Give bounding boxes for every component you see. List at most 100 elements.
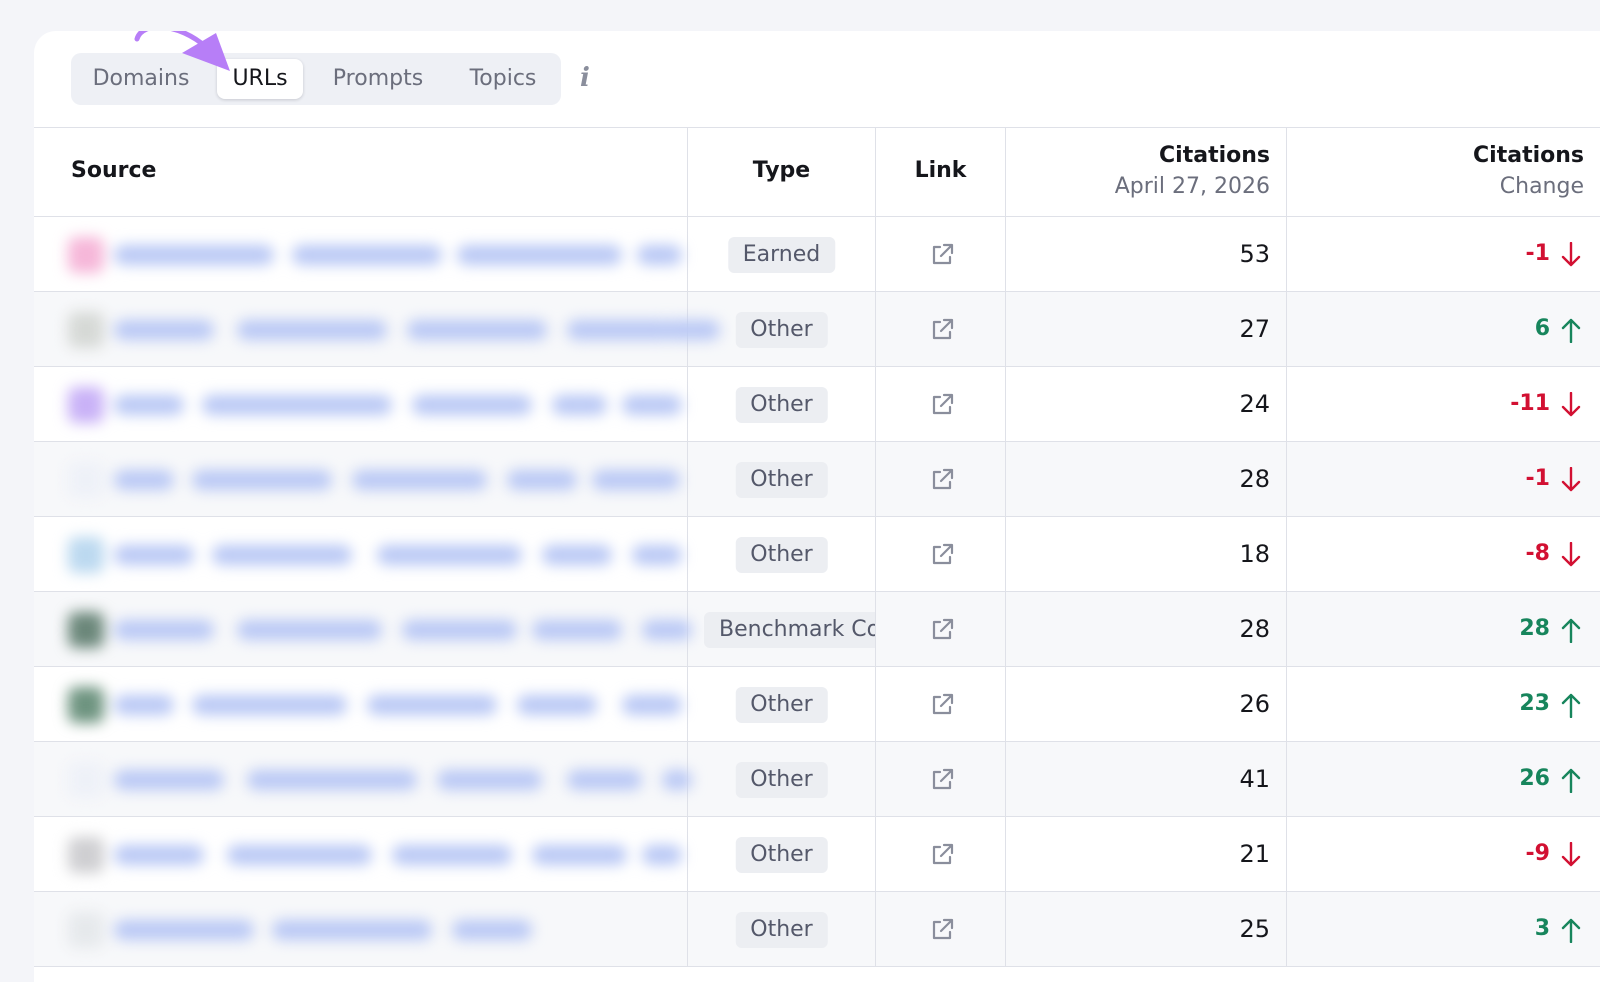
type-badge: Other xyxy=(735,837,828,873)
citations-cell: 18 xyxy=(1006,517,1287,591)
external-link-icon[interactable] xyxy=(929,842,955,868)
link-cell xyxy=(876,817,1006,891)
blurred-source-url xyxy=(62,304,720,356)
type-badge: Other xyxy=(735,387,828,423)
table-row[interactable]: Other 26 23 xyxy=(34,667,1600,742)
citations-cell: 28 xyxy=(1006,442,1287,516)
source-cell[interactable] xyxy=(34,817,688,891)
tab-prompts[interactable]: Prompts xyxy=(319,59,437,99)
citations-count: 26 xyxy=(1239,690,1270,718)
change-cell: 26 xyxy=(1287,742,1600,816)
type-badge: Other xyxy=(735,537,828,573)
favicon-icon xyxy=(68,612,104,648)
external-link-icon[interactable] xyxy=(929,242,955,268)
external-link-icon[interactable] xyxy=(929,317,955,343)
favicon-icon xyxy=(68,537,104,573)
link-cell xyxy=(876,742,1006,816)
table-row[interactable]: Other 28 -1 xyxy=(34,442,1600,517)
table-row[interactable]: Other 24 -11 xyxy=(34,367,1600,442)
link-cell xyxy=(876,517,1006,591)
header-link-label: Link xyxy=(914,158,967,183)
favicon-icon xyxy=(68,912,104,948)
external-link-icon[interactable] xyxy=(929,467,955,493)
header-link: Link xyxy=(876,128,1006,216)
type-badge: Other xyxy=(735,462,828,498)
citations-count: 27 xyxy=(1239,315,1270,343)
source-cell[interactable] xyxy=(34,292,720,366)
external-link-icon[interactable] xyxy=(929,692,955,718)
external-link-icon[interactable] xyxy=(929,917,955,943)
table-row[interactable]: Other 21 -9 xyxy=(34,817,1600,892)
table-row[interactable]: Other 27 6 xyxy=(34,292,1600,367)
change-cell: -8 xyxy=(1287,517,1600,591)
link-cell xyxy=(876,367,1006,441)
table-row[interactable]: Other 41 26 xyxy=(34,742,1600,817)
citations-count: 28 xyxy=(1239,465,1270,493)
arrow-up-icon xyxy=(1561,318,1581,343)
header-citations-label: Citations xyxy=(1159,143,1270,168)
external-link-icon[interactable] xyxy=(929,767,955,793)
type-cell: Other xyxy=(688,817,876,891)
source-cell[interactable] xyxy=(34,742,692,816)
type-cell: Other xyxy=(688,517,876,591)
blurred-source-url xyxy=(62,754,692,806)
urls-table: Source Type Link Citations April 27, 202… xyxy=(34,127,1600,967)
blurred-source-url xyxy=(62,679,686,731)
tab-topics[interactable]: Topics xyxy=(451,59,555,99)
type-badge: Other xyxy=(735,312,828,348)
external-link-icon[interactable] xyxy=(929,542,955,568)
blurred-source-url xyxy=(62,829,686,881)
source-cell[interactable] xyxy=(34,367,688,441)
citations-cell: 25 xyxy=(1006,892,1287,966)
table-row[interactable]: Earned 53 -1 xyxy=(34,217,1600,292)
blurred-source-url xyxy=(62,904,686,956)
view-tabs: Domains URLs Prompts Topics xyxy=(71,53,561,105)
source-cell[interactable] xyxy=(34,517,688,591)
citations-cell: 53 xyxy=(1006,217,1287,291)
citations-cell: 21 xyxy=(1006,817,1287,891)
tab-urls[interactable]: URLs xyxy=(217,59,303,99)
header-change-label: Citations xyxy=(1473,143,1584,168)
arrow-down-icon xyxy=(1561,242,1581,267)
citations-change: -9 xyxy=(1525,841,1550,866)
change-cell: -9 xyxy=(1287,817,1600,891)
source-cell[interactable] xyxy=(34,442,688,516)
source-cell[interactable] xyxy=(34,592,692,666)
header-change[interactable]: Citations Change xyxy=(1287,128,1600,216)
source-cell[interactable] xyxy=(34,892,688,966)
table-row[interactable]: Other 18 -8 xyxy=(34,517,1600,592)
external-link-icon[interactable] xyxy=(929,617,955,643)
source-cell[interactable] xyxy=(34,217,688,291)
change-cell: -1 xyxy=(1287,217,1600,291)
link-cell xyxy=(876,892,1006,966)
type-cell: Other xyxy=(688,292,876,366)
table-row[interactable]: Other 25 3 xyxy=(34,892,1600,967)
header-citations[interactable]: Citations April 27, 2026 xyxy=(1006,128,1287,216)
citations-change: 3 xyxy=(1534,916,1550,941)
arrow-down-icon xyxy=(1561,542,1581,567)
type-cell: Other xyxy=(688,367,876,441)
citations-count: 18 xyxy=(1239,540,1270,568)
external-link-icon[interactable] xyxy=(929,392,955,418)
source-cell[interactable] xyxy=(34,667,688,741)
citations-change: -8 xyxy=(1525,541,1550,566)
favicon-icon xyxy=(68,837,104,873)
table-row[interactable]: Benchmark Co 28 28 xyxy=(34,592,1600,667)
arrow-up-icon xyxy=(1561,693,1581,718)
change-cell: 3 xyxy=(1287,892,1600,966)
type-badge: Benchmark Co xyxy=(704,612,875,648)
type-cell: Other xyxy=(688,892,876,966)
tab-domains[interactable]: Domains xyxy=(79,59,203,99)
arrow-up-icon xyxy=(1561,618,1581,643)
header-type[interactable]: Type xyxy=(688,128,876,216)
favicon-icon xyxy=(68,387,104,423)
citations-cell: 27 xyxy=(1006,292,1287,366)
change-cell: -11 xyxy=(1287,367,1600,441)
favicon-icon xyxy=(68,237,104,273)
header-source[interactable]: Source xyxy=(34,128,688,216)
header-type-label: Type xyxy=(752,158,811,183)
citations-change: 23 xyxy=(1519,691,1550,716)
citations-count: 53 xyxy=(1239,240,1270,268)
citations-change: 6 xyxy=(1534,316,1550,341)
info-icon[interactable]: i xyxy=(577,63,593,93)
